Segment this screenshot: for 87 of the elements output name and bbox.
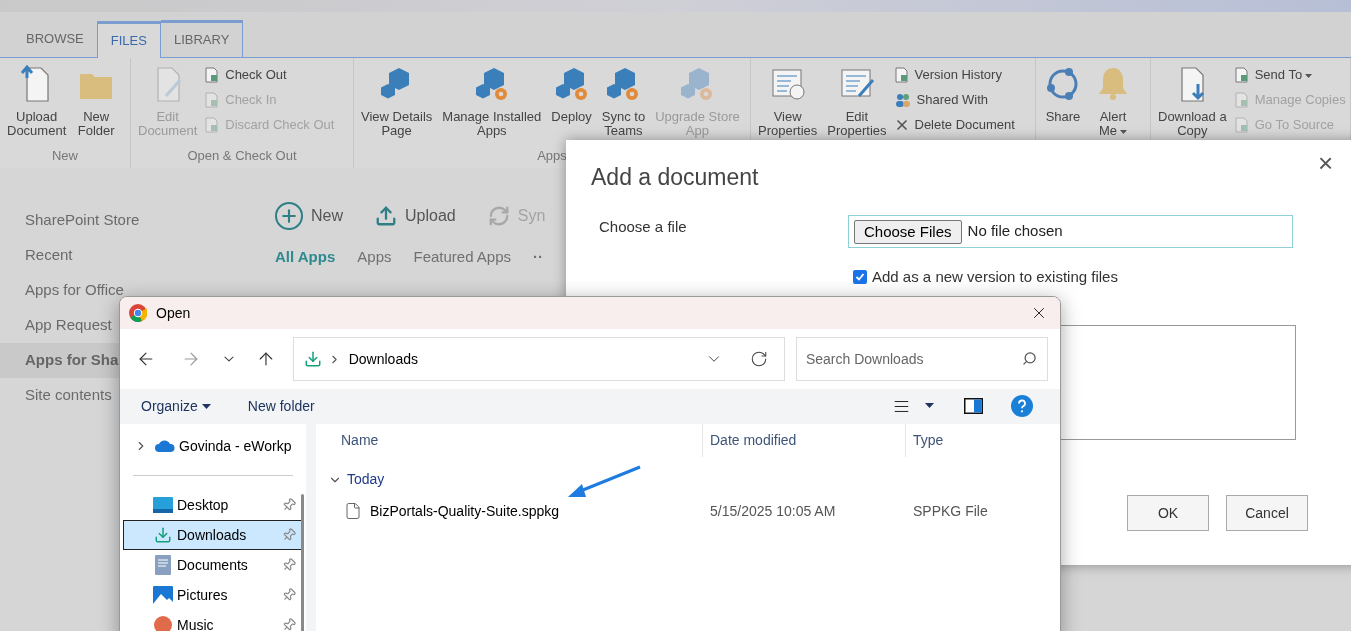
ribbon-button[interactable]: Manage Installed Apps [439, 64, 545, 138]
address-bar[interactable]: Downloads [292, 337, 785, 382]
navigation-label: Downloads [177, 525, 247, 545]
column-header[interactable]: Date modified [703, 424, 906, 457]
command-button[interactable]: Upload [375, 204, 456, 228]
ribbon-button[interactable]: Share [1040, 64, 1086, 124]
ribbon-group-label: Apps [537, 146, 567, 165]
desktop-icon [153, 496, 173, 514]
navigation-item[interactable]: Music [123, 610, 303, 631]
small-document-icon [893, 67, 910, 83]
ribbon-small-button[interactable]: Shared With [893, 90, 1015, 110]
ribbon-group-label: New [52, 146, 78, 165]
checkbox-label: Add as a new version to existing files [872, 267, 1118, 287]
dialog-title: Open [156, 303, 191, 323]
ribbon-button[interactable]: Edit Properties [824, 64, 890, 138]
small-document-icon [1233, 117, 1250, 133]
caret-icon [1305, 73, 1313, 78]
nav-link[interactable]: SharePoint Store [0, 203, 260, 238]
organize-menu[interactable]: Organize [141, 395, 211, 417]
dialog-button[interactable]: Cancel [1226, 495, 1308, 531]
ribbon-small-button[interactable]: Delete Document [893, 115, 1015, 135]
new-folder-button[interactable]: New folder [247, 395, 315, 417]
ribbon-button[interactable]: New Folder [73, 64, 120, 138]
ribbon-button[interactable]: Sync to Teams [598, 64, 649, 138]
ribbon-button[interactable]: Upload Document [4, 64, 70, 138]
cloud-icon [154, 439, 176, 453]
ribbon-small-button[interactable]: Send To [1233, 65, 1346, 85]
preview-pane-icon[interactable] [964, 398, 983, 415]
navigation-label: Music [177, 615, 214, 631]
search-icon [1022, 351, 1037, 367]
checkbox[interactable] [853, 270, 867, 285]
refresh-icon[interactable] [749, 350, 768, 369]
ribbon-small-button[interactable]: Check Out [204, 65, 335, 85]
browser-logo-icon [129, 304, 147, 323]
navigation-item[interactable]: Documents [123, 550, 303, 580]
navigation-label: Govinda - eWorkp [179, 436, 292, 456]
search-field[interactable]: Search Downloads [795, 337, 1048, 382]
ribbon-group-label: Open & Check Out [187, 146, 297, 165]
choose-files-button[interactable]: Choose Files [854, 219, 962, 244]
ribbon-small-button[interactable]: Version History [893, 65, 1015, 85]
ribbon-button[interactable]: Alert Me [1090, 64, 1136, 138]
people-icon [893, 92, 912, 108]
small-document-icon [1233, 92, 1250, 108]
nav-link[interactable]: Recent [0, 238, 260, 273]
pictures-icon [153, 586, 173, 604]
path-text: Downloads [348, 349, 418, 369]
caret-icon[interactable] [925, 403, 934, 410]
file-type: SPPKG File [912, 501, 988, 521]
dialog-button[interactable]: OK [1127, 495, 1209, 531]
small-document-icon [204, 67, 221, 83]
download-icon [303, 350, 322, 369]
ribbon-button[interactable]: Download a Copy [1155, 64, 1230, 138]
caret-icon [201, 403, 211, 409]
close-button[interactable]: × [1318, 150, 1334, 176]
column-header[interactable]: Name [316, 424, 703, 457]
document-icon [155, 555, 171, 575]
small-document-icon [204, 92, 221, 108]
upload-icon [375, 205, 397, 227]
file-status: No file chosen [967, 221, 1063, 242]
dialog-title: Add a document [591, 163, 759, 192]
navigation-item[interactable]: Govinda - eWorkp [123, 431, 303, 461]
sync-icon [487, 205, 510, 227]
ribbon-button[interactable]: View Details Page [358, 64, 436, 138]
music-icon [154, 616, 172, 631]
caret-icon [1120, 129, 1128, 134]
field-label: Choose a file [599, 217, 687, 237]
ribbon-button[interactable]: View Properties [755, 64, 821, 138]
navigation-label: Desktop [177, 495, 229, 515]
ribbon-tab[interactable]: FILES [96, 21, 161, 58]
navigation-item[interactable]: Pictures [123, 580, 303, 610]
navigation-item[interactable]: Desktop [123, 490, 303, 520]
ribbon-tab[interactable]: BROWSE [13, 20, 97, 57]
file-input[interactable]: Choose Files No file chosen [848, 215, 1293, 248]
download-icon [154, 526, 172, 544]
navigation-label: Documents [177, 555, 248, 575]
navigation-item[interactable]: Downloads [123, 520, 303, 550]
column-header[interactable]: Type [906, 424, 944, 457]
file-name[interactable]: BizPortals-Quality-Suite.sppkg [370, 500, 560, 522]
navigation-label: Pictures [177, 585, 228, 605]
small-document-icon [1233, 67, 1250, 83]
ribbon-button[interactable]: Deploy [548, 64, 595, 124]
file-icon [344, 502, 362, 520]
small-document-icon [204, 117, 221, 133]
group-label: Today [347, 470, 385, 489]
file-date: 5/15/2025 10:05 AM [709, 501, 837, 521]
help-icon[interactable] [1011, 395, 1033, 418]
command-button[interactable]: New [275, 202, 343, 230]
